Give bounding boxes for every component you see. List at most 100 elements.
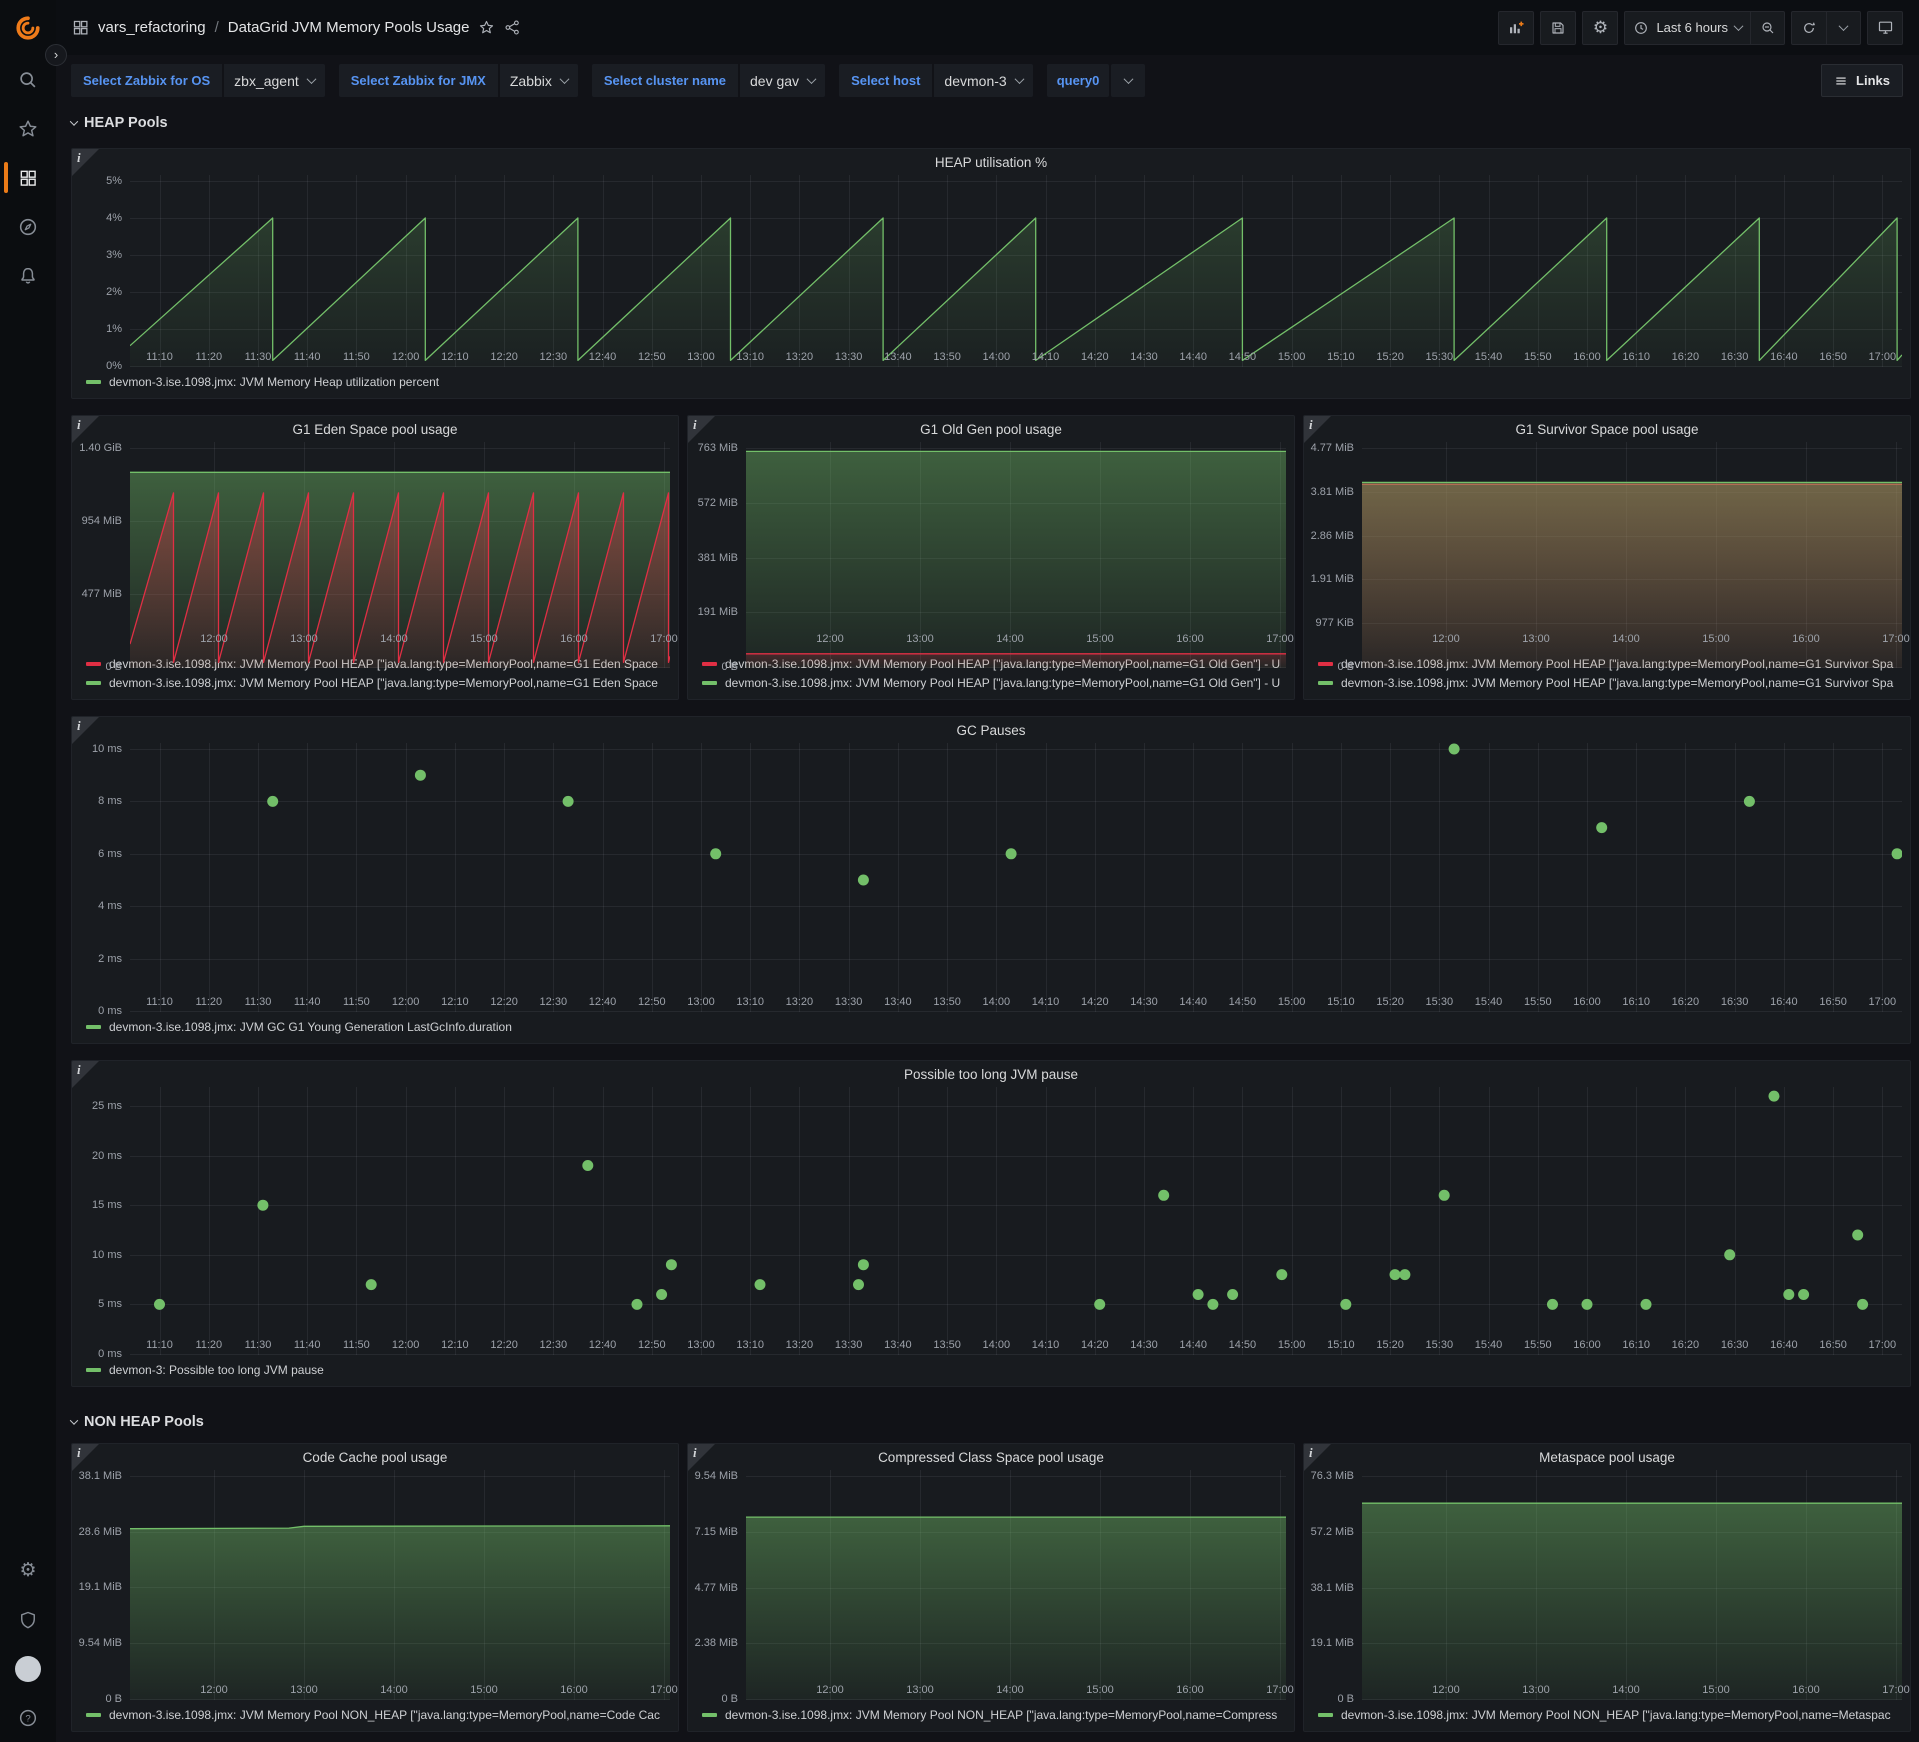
legend-item[interactable]: devmon-3.ise.1098.jmx: JVM Memory Pool H… [1318, 673, 1902, 692]
variable-label[interactable]: Select Zabbix for JMX [339, 64, 498, 97]
legend-item[interactable]: devmon-3.ise.1098.jmx: JVM Memory Pool H… [86, 673, 670, 692]
y-axis-tick: 2.86 MiB [1311, 530, 1354, 542]
panel-info-icon[interactable]: i [1304, 416, 1331, 443]
info-glyph: i [1309, 417, 1313, 433]
legend-item[interactable]: devmon-3.ise.1098.jmx: JVM GC G1 Young G… [86, 1017, 1902, 1036]
x-axis-tick: 11:40 [294, 351, 321, 363]
variable-value-dropdown[interactable]: devmon-3 [934, 64, 1032, 97]
row-header-heap-pools[interactable]: HEAP Pools [71, 111, 1911, 135]
variable-value-dropdown[interactable]: zbx_agent [224, 64, 325, 97]
panel-title[interactable]: Metaspace pool usage [1304, 1444, 1910, 1470]
save-dashboard-button[interactable] [1541, 12, 1575, 44]
sidebar-item-explore[interactable] [0, 202, 56, 251]
panel-title[interactable]: Compressed Class Space pool usage [688, 1444, 1294, 1470]
panel-info-icon[interactable]: i [72, 1061, 99, 1088]
share-icon[interactable] [504, 19, 521, 36]
x-axis-tick: 14:50 [1229, 1339, 1257, 1351]
favorite-star-icon[interactable] [478, 19, 495, 36]
legend-item[interactable]: devmon-3.ise.1098.jmx: JVM Memory Pool N… [86, 1705, 670, 1724]
legend-swatch [1318, 662, 1333, 666]
links-button[interactable]: Links [1821, 64, 1903, 97]
legend-item[interactable]: devmon-3.ise.1098.jmx: JVM Memory Heap u… [86, 372, 1902, 391]
refresh-interval-dropdown[interactable] [1826, 12, 1860, 44]
kiosk-mode-button[interactable] [1868, 12, 1902, 44]
sidebar-item-profile[interactable] [0, 1644, 56, 1693]
panel-info-icon[interactable]: i [72, 1444, 99, 1471]
panel-title[interactable]: G1 Eden Space pool usage [72, 416, 678, 442]
variable-label[interactable]: Select cluster name [592, 64, 738, 97]
x-axis-tick: 11:20 [195, 996, 222, 1008]
sidebar-item-starred[interactable] [0, 104, 56, 153]
x-axis: 12:0013:0014:0015:0016:0017:00 [746, 633, 1286, 651]
panel-info-icon[interactable]: i [72, 717, 99, 744]
variable-value-dropdown[interactable]: Zabbix [500, 64, 578, 97]
gear-icon: ⚙ [19, 1559, 36, 1582]
x-axis-tick: 14:20 [1081, 1339, 1109, 1351]
sidebar-item-help[interactable]: ? [0, 1693, 56, 1742]
legend-item[interactable]: devmon-3: Possible too long JVM pause [86, 1360, 1902, 1379]
plot-row: 0 ms2 ms4 ms6 ms8 ms10 ms [72, 743, 1910, 993]
panel-title[interactable]: GC Pauses [72, 717, 1910, 743]
row-header-non-heap-pools[interactable]: NON HEAP Pools [71, 1410, 1911, 1434]
x-axis-tick: 12:50 [638, 1339, 666, 1351]
sidebar-item-dashboards[interactable] [0, 153, 56, 202]
x-axis-tick: 12:40 [589, 996, 617, 1008]
legend-label: devmon-3.ise.1098.jmx: JVM Memory Pool N… [725, 1708, 1277, 1722]
x-axis-tick: 11:50 [343, 996, 370, 1008]
legend-swatch [86, 380, 101, 384]
variable-label[interactable]: Select host [839, 64, 932, 97]
y-axis-tick: 19.1 MiB [79, 1581, 122, 1593]
refresh-button[interactable] [1792, 12, 1826, 44]
variable-label[interactable]: Select Zabbix for OS [71, 64, 222, 97]
variable-value-dropdown[interactable] [1111, 64, 1145, 97]
add-panel-button[interactable] [1499, 12, 1533, 44]
legend-label: devmon-3.ise.1098.jmx: JVM Memory Pool H… [109, 676, 658, 690]
y-axis-tick: 38.1 MiB [79, 1470, 122, 1482]
info-glyph: i [693, 1445, 697, 1461]
panel-title[interactable]: Possible too long JVM pause [72, 1061, 1910, 1087]
sidebar-item-configuration[interactable]: ⚙ [0, 1546, 56, 1595]
dashboard-settings-button[interactable]: ⚙ [1583, 12, 1617, 44]
variable-value: Zabbix [510, 73, 552, 89]
panel-info-icon[interactable]: i [1304, 1444, 1331, 1471]
variable-value: dev gav [750, 73, 799, 89]
plot-area [1362, 1470, 1902, 1681]
x-axis-tick: 14:40 [1179, 996, 1207, 1008]
legend-item[interactable]: devmon-3.ise.1098.jmx: JVM Memory Pool H… [702, 673, 1286, 692]
zoom-out-button[interactable] [1750, 12, 1784, 44]
x-axis-tick: 16:00 [1176, 1684, 1204, 1696]
legend-item[interactable]: devmon-3.ise.1098.jmx: JVM Memory Pool N… [1318, 1705, 1902, 1724]
panel-info-icon[interactable]: i [72, 416, 99, 443]
y-axis-tick: 4.77 MiB [1311, 442, 1354, 454]
dashboard-title[interactable]: DataGrid JVM Memory Pools Usage [228, 19, 470, 36]
panel-info-icon[interactable]: i [688, 1444, 715, 1471]
x-axis-tick: 14:00 [983, 996, 1011, 1008]
panel-title[interactable]: HEAP utilisation % [72, 149, 1910, 175]
legend-label: devmon-3.ise.1098.jmx: JVM GC G1 Young G… [109, 1020, 512, 1034]
y-axis-tick: 3.81 MiB [1311, 486, 1354, 498]
panel-info-icon[interactable]: i [72, 149, 99, 176]
legend: devmon-3.ise.1098.jmx: JVM Memory Pool N… [1318, 1705, 1902, 1724]
panel-title[interactable]: G1 Survivor Space pool usage [1304, 416, 1910, 442]
info-glyph: i [1309, 1445, 1313, 1461]
x-axis-tick: 13:30 [835, 351, 863, 363]
chart-g1-survivor: 0 B977 KiB1.91 MiB2.86 MiB3.81 MiB4.77 M… [1304, 442, 1910, 699]
x-axis-tick: 14:20 [1081, 351, 1109, 363]
legend-item[interactable]: devmon-3.ise.1098.jmx: JVM Memory Pool N… [702, 1705, 1286, 1724]
x-axis-tick: 11:30 [245, 351, 272, 363]
row-title: NON HEAP Pools [84, 1414, 204, 1430]
variable-value-dropdown[interactable]: dev gav [740, 64, 825, 97]
panel-title[interactable]: G1 Old Gen pool usage [688, 416, 1294, 442]
chevron-down-icon [1839, 21, 1849, 31]
sidebar-item-server-admin[interactable] [0, 1595, 56, 1644]
x-axis-tick: 15:40 [1475, 996, 1503, 1008]
sidebar-expand-button[interactable]: › [45, 44, 67, 66]
chevron-down-icon [807, 74, 817, 84]
sidebar-item-alerting[interactable] [0, 251, 56, 300]
y-axis-tick: 57.2 MiB [1311, 1526, 1354, 1538]
breadcrumb-folder[interactable]: vars_refactoring [98, 19, 206, 36]
panel-info-icon[interactable]: i [688, 416, 715, 443]
panel-title[interactable]: Code Cache pool usage [72, 1444, 678, 1470]
variable-label[interactable]: query0 [1047, 64, 1110, 97]
time-range-picker[interactable]: Last 6 hours [1625, 12, 1750, 44]
